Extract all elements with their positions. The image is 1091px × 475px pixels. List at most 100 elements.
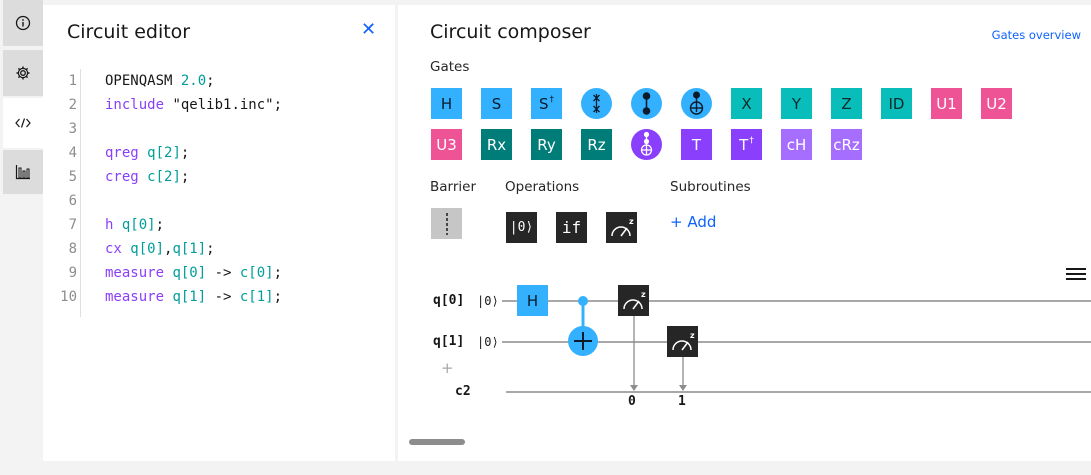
editor-title: Circuit editor <box>67 21 191 43</box>
gate-label: H <box>440 94 453 113</box>
code-token: -> <box>206 265 240 281</box>
svg-text:z: z <box>629 217 634 226</box>
gate-u3[interactable]: U3 <box>431 129 462 160</box>
gates-overview-link[interactable]: Gates overview <box>992 28 1081 42</box>
code-token: include <box>105 97 173 113</box>
horizontal-scrollbar[interactable] <box>409 439 465 445</box>
code-line[interactable]: include "qelib1.inc"; <box>105 97 282 113</box>
line-number: 8 <box>68 241 77 257</box>
side-rail <box>0 0 43 475</box>
code-token: measure <box>105 289 173 305</box>
circuit-h-gate[interactable]: H <box>517 285 548 316</box>
subroutines-label: Subroutines <box>670 179 751 195</box>
code-token: ; <box>206 241 215 257</box>
gate-label: Z <box>841 94 852 113</box>
creg-label: c2 <box>455 384 471 399</box>
gate-h[interactable]: H <box>431 88 462 119</box>
code-token: cx <box>105 241 131 257</box>
gate-y[interactable]: Y <box>781 88 812 119</box>
op-measure[interactable]: z <box>606 212 637 243</box>
code-token: ; <box>180 169 190 185</box>
measure-icon: z <box>671 331 695 350</box>
measure-output-1: 1 <box>678 394 686 409</box>
gate-cz[interactable] <box>631 88 662 119</box>
gate-ch[interactable]: cH <box>781 129 812 160</box>
add-subroutine-link[interactable]: + Add <box>670 213 716 231</box>
line-number: 6 <box>68 193 77 209</box>
gates-label: Gates <box>430 59 470 75</box>
gate-u1[interactable]: U1 <box>931 88 962 119</box>
line-number: 10 <box>60 289 77 305</box>
gate-s[interactable]: S <box>481 88 512 119</box>
code-token: ; <box>206 73 215 89</box>
composer-title: Circuit composer <box>430 21 591 43</box>
code-line[interactable]: creg c[2]; <box>105 169 189 185</box>
settings-button[interactable] <box>3 50 43 96</box>
info-button[interactable] <box>3 0 43 46</box>
gate-label: T <box>739 135 749 154</box>
code-token: measure <box>105 265 173 281</box>
results-button[interactable] <box>3 150 43 194</box>
qubit-0-ket: |0⟩ <box>477 294 499 308</box>
code-line[interactable]: cx q[0],q[1]; <box>105 241 215 257</box>
code-icon <box>15 118 31 128</box>
gate-x[interactable]: X <box>731 88 762 119</box>
gate-z[interactable]: Z <box>831 88 862 119</box>
gate-id[interactable]: ID <box>881 88 912 119</box>
code-line[interactable]: h q[0]; <box>105 217 164 233</box>
gate-swap[interactable] <box>581 88 612 119</box>
code-token: q[0] <box>130 241 165 257</box>
circuit-measure-q1[interactable]: z <box>667 326 698 357</box>
op-if[interactable]: if <box>556 212 587 243</box>
measure-icon: z <box>610 217 634 236</box>
code-line[interactable]: measure q[0] -> c[0]; <box>105 265 282 281</box>
code-token: q[1] <box>172 241 207 257</box>
code-token: "qelib1.inc" <box>172 97 274 113</box>
gate-tdg[interactable]: T † <box>731 129 762 160</box>
code-token: h <box>105 217 122 233</box>
code-line[interactable]: OPENQASM 2.0; <box>105 73 215 89</box>
gate-label: T <box>691 135 702 154</box>
barrier-gate[interactable] <box>431 208 462 239</box>
svg-text:z: z <box>641 290 646 299</box>
code-token: ; <box>273 265 283 281</box>
gate-rz[interactable]: Rz <box>581 129 612 160</box>
gate-label: ID <box>888 94 905 113</box>
op-reset[interactable]: |0⟩ <box>506 212 537 243</box>
gate-rx[interactable]: Rx <box>481 129 512 160</box>
code-editor-button[interactable] <box>3 98 43 148</box>
gear-icon <box>16 66 30 80</box>
code-line[interactable]: qreg q[2]; <box>105 145 189 161</box>
gate-label: U3 <box>436 135 457 154</box>
circuit-cx-gate[interactable] <box>563 290 603 360</box>
add-qubit-button[interactable]: + <box>441 359 454 377</box>
measure-line-q1 <box>679 357 687 391</box>
gate-ccx[interactable] <box>631 129 662 160</box>
menu-icon[interactable] <box>1066 268 1086 282</box>
gate-label: Y <box>791 94 802 113</box>
gate-t[interactable]: T <box>681 129 712 160</box>
circuit-measure-q0[interactable]: z <box>618 285 649 316</box>
info-icon <box>15 15 31 31</box>
line-number: 7 <box>68 217 77 233</box>
gate-u2[interactable]: U2 <box>981 88 1012 119</box>
measure-output-0: 0 <box>628 394 636 409</box>
gate-ry[interactable]: Ry <box>531 129 562 160</box>
code-token: -> <box>206 289 240 305</box>
bar-chart-icon <box>15 165 30 180</box>
cnot-icon <box>681 88 712 119</box>
gate-sdg[interactable]: S † <box>531 88 562 119</box>
gate-label: S <box>538 94 549 113</box>
gate-cx[interactable] <box>681 88 712 119</box>
close-icon[interactable]: ✕ <box>361 19 376 40</box>
measure-line-q0 <box>630 316 638 391</box>
code-token: c[0] <box>239 265 274 281</box>
line-number: 1 <box>68 73 77 89</box>
gate-label: U2 <box>986 94 1007 113</box>
gutter-divider <box>80 69 81 317</box>
code-token: q[2] <box>147 145 181 161</box>
gate-crz[interactable]: cRz <box>831 129 862 160</box>
line-number: 5 <box>68 169 77 185</box>
code-line[interactable]: measure q[1] -> c[1]; <box>105 289 282 305</box>
barrier-icon <box>445 212 448 235</box>
